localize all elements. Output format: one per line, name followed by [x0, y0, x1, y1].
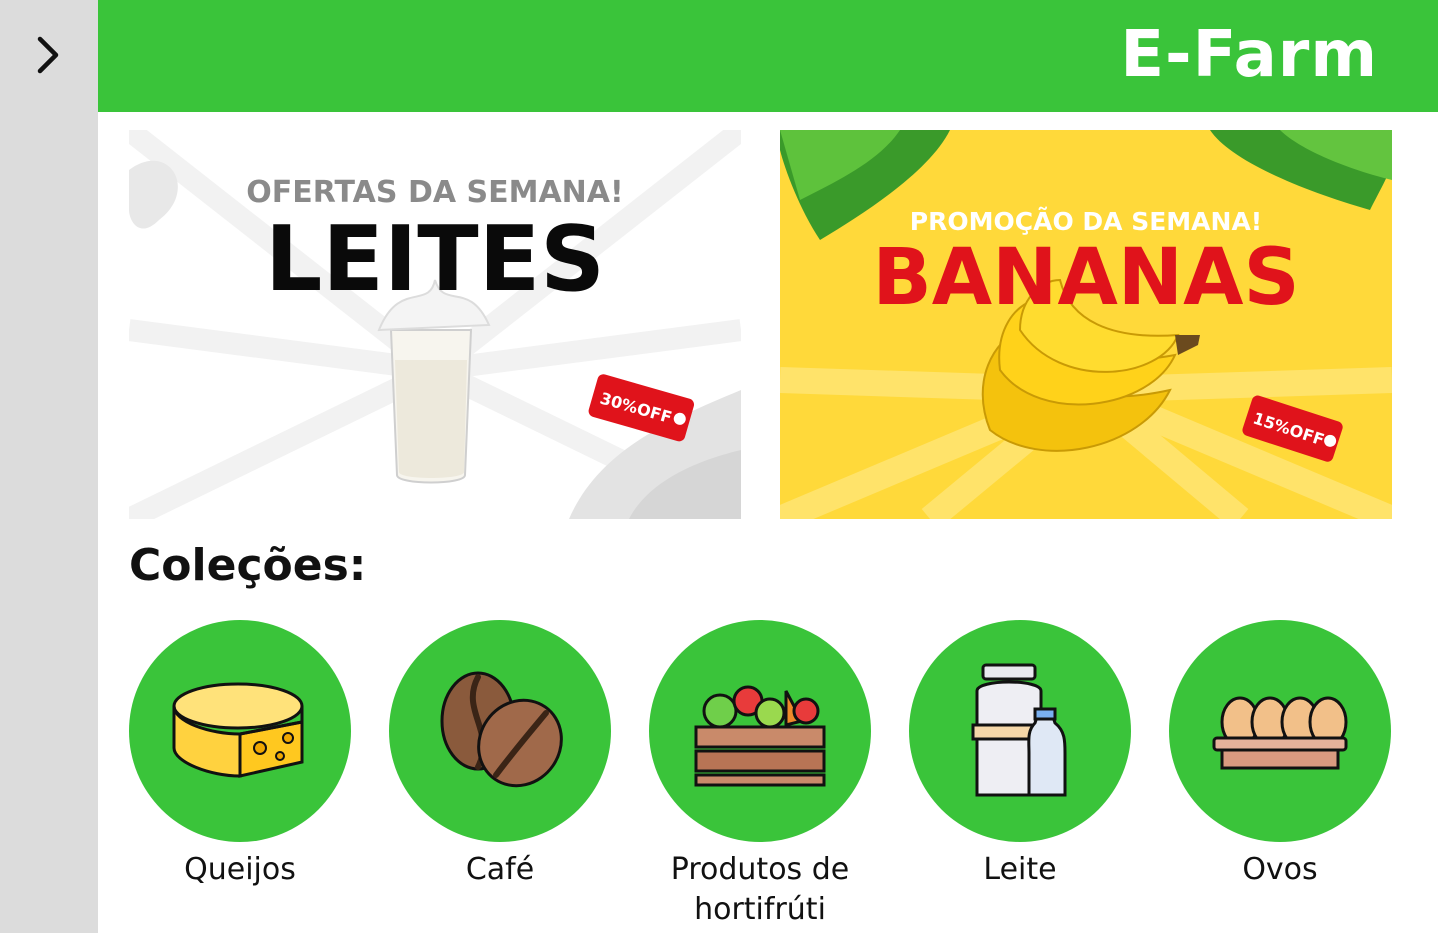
vegetable-crate-icon [694, 685, 826, 787]
collection-label: Café [465, 852, 535, 887]
eggs-icon [1212, 696, 1348, 770]
app-title: E-Farm [1120, 18, 1378, 92]
cheese-icon [172, 682, 304, 778]
collection-ovos[interactable]: Ovos [1169, 620, 1391, 890]
banner-subtitle: PROMOÇÃO DA SEMANA! [910, 207, 1262, 236]
collection-leite[interactable]: Leite [909, 620, 1131, 890]
collection-circle [909, 620, 1131, 842]
sidebar-toggle-button[interactable] [22, 30, 72, 80]
milk-banner-art: 30%OFF OFERTAS DA SEMANA! LEITES [129, 130, 741, 519]
collection-circle [389, 620, 611, 842]
chevron-right-icon [37, 36, 59, 74]
collection-queijos[interactable]: Queijos [129, 620, 351, 890]
collection-circle [649, 620, 871, 842]
milk-can-icon [971, 663, 1067, 797]
collection-label: Leite [983, 852, 1057, 887]
collection-cafe[interactable]: Café [389, 620, 611, 890]
banner-title: LEITES [265, 207, 605, 312]
promo-banner-leites[interactable]: 30%OFF OFERTAS DA SEMANA! LEITES [129, 130, 741, 519]
collection-hortifruti[interactable]: Produtos de hortifrúti [649, 620, 871, 930]
collection-label: Ovos [1242, 852, 1318, 887]
top-header: E-Farm [98, 0, 1438, 112]
coffee-beans-icon [440, 671, 563, 788]
collection-circle [129, 620, 351, 842]
banana-banner-art: 15%OFF PROMOÇÃO DA SEMANA! BANANAS [780, 130, 1392, 519]
banner-title: BANANAS [872, 233, 1299, 323]
collection-circle [1169, 620, 1391, 842]
sidebar [0, 0, 98, 933]
banner-subtitle: OFERTAS DA SEMANA! [246, 175, 623, 210]
collections-title: Coleções: [129, 540, 367, 591]
promo-banner-bananas[interactable]: 15%OFF PROMOÇÃO DA SEMANA! BANANAS [780, 130, 1392, 519]
collection-label: Queijos [184, 852, 296, 887]
collection-label: Produtos de hortifrúti [670, 852, 850, 927]
